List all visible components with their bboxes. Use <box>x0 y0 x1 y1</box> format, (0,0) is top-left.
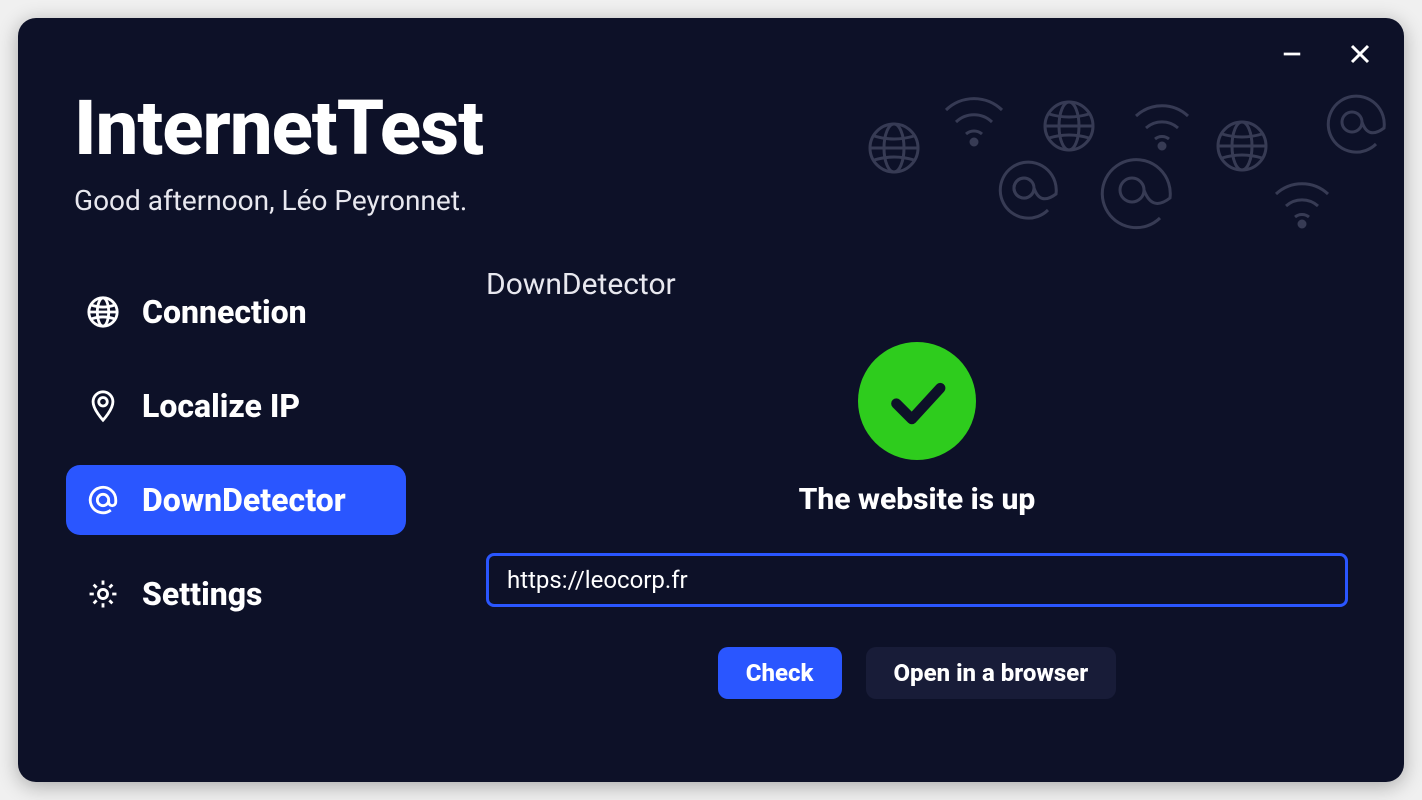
window-controls <box>1258 26 1394 82</box>
actions: Check Open in a browser <box>486 647 1348 699</box>
main-panel: DownDetector The website is up Check Ope… <box>486 267 1348 699</box>
sidebar-item-label: Settings <box>142 575 262 613</box>
sidebar-item-label: Connection <box>142 293 307 331</box>
app-window: InternetTest Good afternoon, Léo Peyronn… <box>18 18 1404 782</box>
at-icon <box>86 483 120 517</box>
header: InternetTest Good afternoon, Léo Peyronn… <box>18 18 1404 227</box>
sidebar-item-label: DownDetector <box>142 481 346 519</box>
sidebar-item-downdetector[interactable]: DownDetector <box>66 465 406 535</box>
close-icon <box>1348 42 1372 66</box>
check-icon <box>886 370 948 432</box>
sidebar-item-localize-ip[interactable]: Localize IP <box>66 371 406 441</box>
minimize-button[interactable] <box>1272 34 1312 74</box>
status-indicator <box>858 342 976 460</box>
close-button[interactable] <box>1340 34 1380 74</box>
section-title: DownDetector <box>486 267 1348 302</box>
greeting-text: Good afternoon, Léo Peyronnet. <box>74 184 1348 217</box>
sidebar-item-settings[interactable]: Settings <box>66 559 406 629</box>
sidebar-item-label: Localize IP <box>142 387 300 425</box>
app-title: InternetTest <box>74 90 1348 166</box>
url-input[interactable] <box>486 553 1348 607</box>
gear-icon <box>86 577 120 611</box>
check-button[interactable]: Check <box>718 647 842 699</box>
sidebar-item-connection[interactable]: Connection <box>66 277 406 347</box>
status-area: The website is up <box>486 342 1348 607</box>
sidebar: Connection Localize IP DownDetector Sett… <box>66 267 446 699</box>
body: Connection Localize IP DownDetector Sett… <box>18 227 1404 699</box>
globe-icon <box>86 295 120 329</box>
pin-icon <box>86 389 120 423</box>
status-text: The website is up <box>799 482 1036 517</box>
minimize-icon <box>1281 43 1303 65</box>
open-browser-button[interactable]: Open in a browser <box>866 647 1117 699</box>
